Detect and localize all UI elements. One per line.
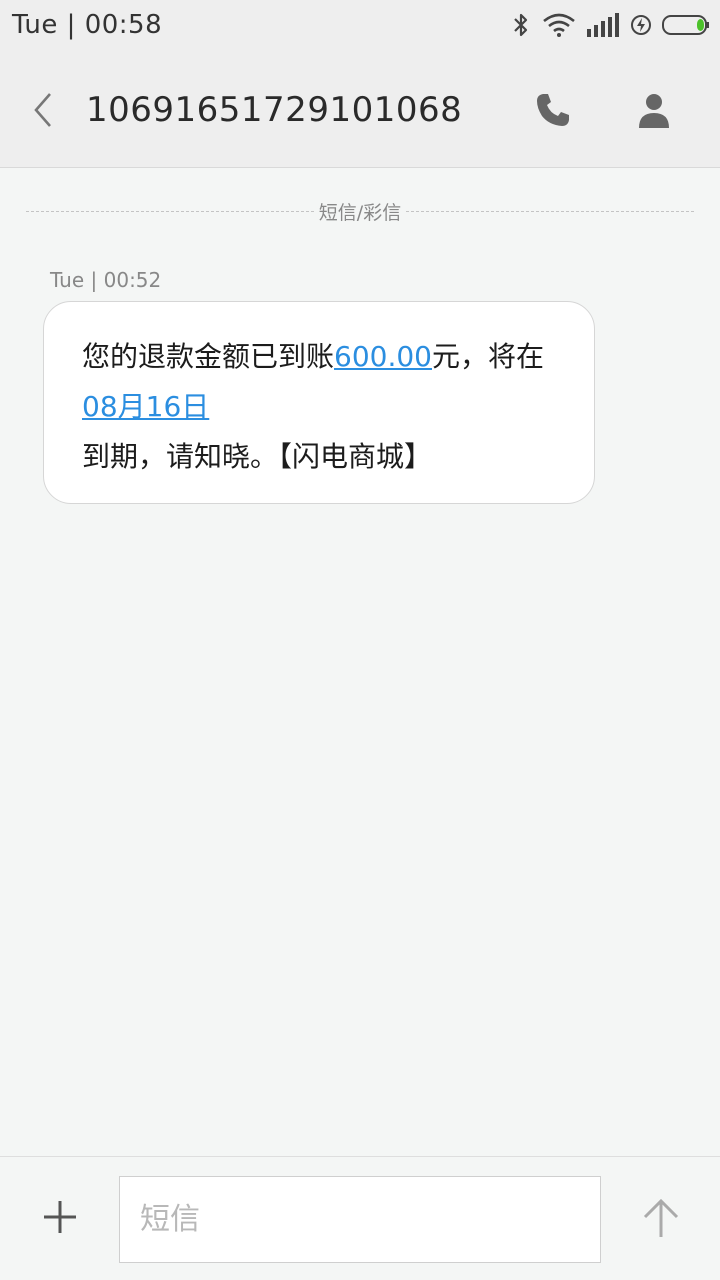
charging-icon: [630, 13, 652, 37]
call-button[interactable]: [533, 90, 573, 130]
amount-link[interactable]: 600.00: [334, 340, 432, 373]
arrow-up-icon: [640, 1198, 682, 1243]
channel-label: 短信/彩信: [314, 198, 406, 225]
date-link[interactable]: 08月16日: [82, 390, 209, 423]
person-icon: [633, 94, 675, 136]
sms-conversation-screen: Tue | 00:58 10691651729101068 短信/彩信 Tue …: [0, 0, 720, 1280]
phone-icon: [533, 94, 573, 134]
status-icons: [510, 12, 710, 38]
channel-divider: 短信/彩信: [26, 198, 694, 225]
plus-icon: [40, 1201, 80, 1241]
chevron-left-icon: [24, 93, 64, 134]
message-text-part: 元，将在: [432, 340, 545, 373]
message-timestamp: Tue | 00:52: [50, 268, 162, 292]
bluetooth-icon: [510, 12, 532, 38]
incoming-message-bubble[interactable]: 您的退款金额已到账600.00元，将在 08月16日到期，请知晓。【闪电商城】: [43, 301, 595, 504]
attach-button[interactable]: [40, 1197, 80, 1237]
message-text-part: 到期，请知晓。【闪电商城】: [82, 440, 433, 473]
composer-bar: [0, 1156, 720, 1280]
status-bar: Tue | 00:58: [0, 0, 720, 50]
message-input[interactable]: [119, 1176, 601, 1263]
message-text: 您的退款金额已到账600.00元，将在 08月16日到期，请知晓。【闪电商城】: [82, 332, 556, 482]
send-button[interactable]: [640, 1197, 682, 1239]
back-button[interactable]: [24, 90, 64, 130]
contact-button[interactable]: [633, 90, 675, 132]
message-text-part: 您的退款金额已到账: [82, 340, 335, 373]
battery-icon: [662, 14, 710, 36]
contact-number-title: 10691651729101068: [86, 90, 463, 130]
signal-icon: [586, 13, 620, 37]
wifi-icon: [542, 12, 576, 38]
conversation-header: 10691651729101068: [0, 50, 720, 168]
status-time: Tue | 00:58: [12, 10, 163, 40]
